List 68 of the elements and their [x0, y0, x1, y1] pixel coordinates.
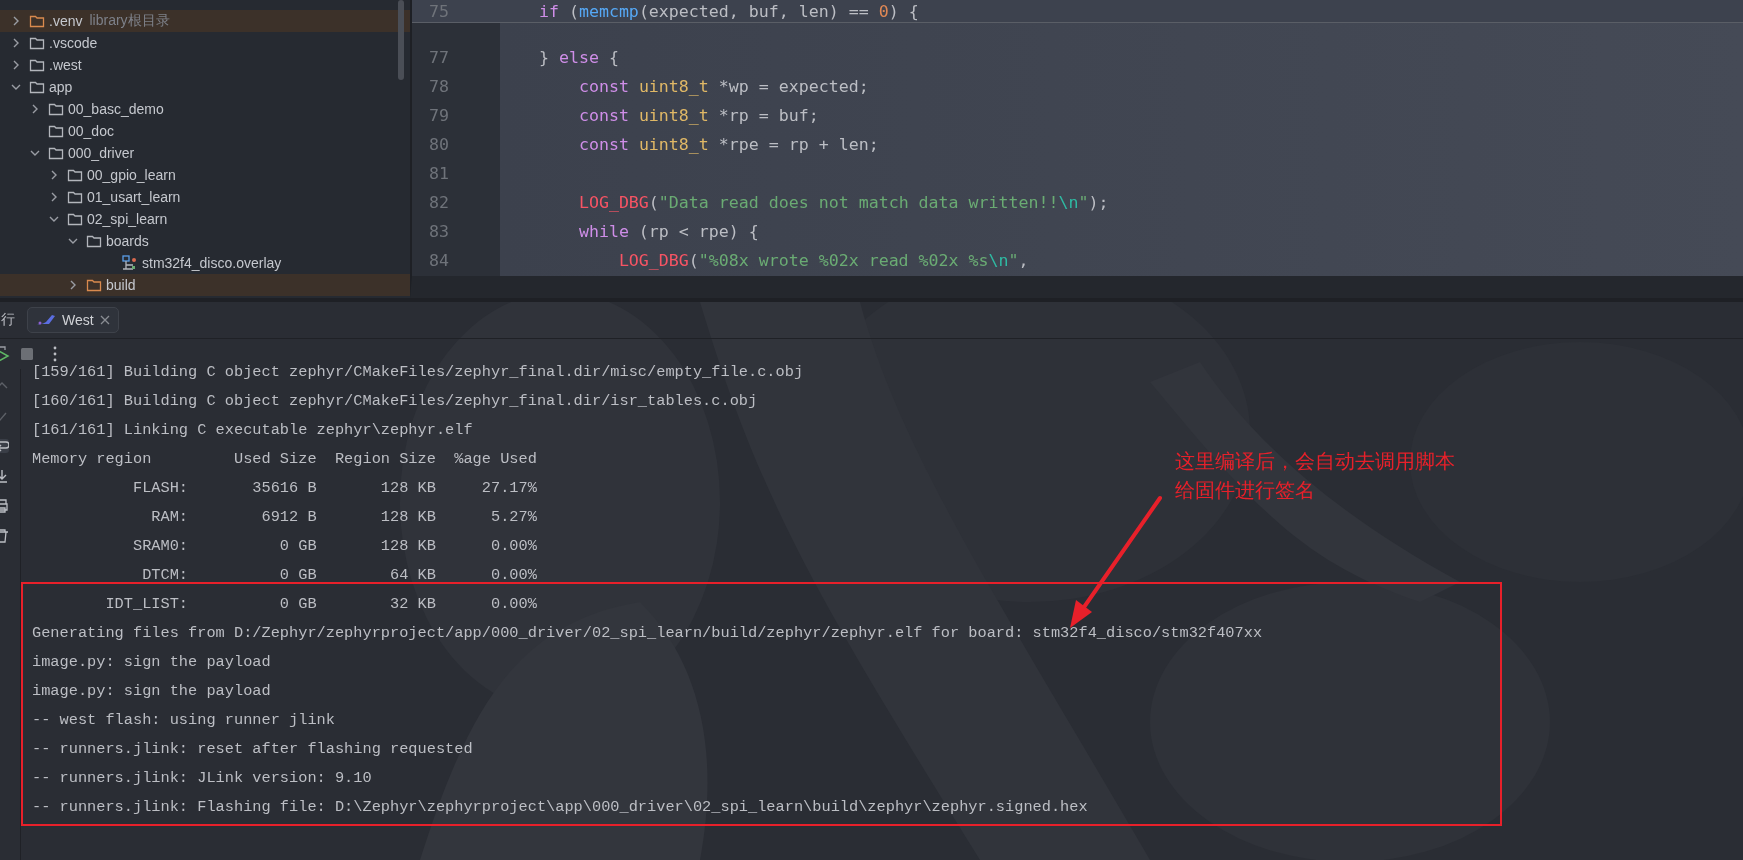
- folder-icon: [48, 102, 64, 116]
- tree-item[interactable]: app: [0, 76, 410, 98]
- output-line: IDT_LIST: 0 GB 32 KB 0.00%: [104, 595, 537, 613]
- tree-item[interactable]: 00_doc: [0, 120, 410, 142]
- line-number: 78: [428, 77, 449, 96]
- stop-icon[interactable]: [20, 347, 34, 361]
- output-line: FLASH: 35616 B 128 KB 27.17%: [131, 479, 537, 497]
- output-line: SRAM0: 0 GB 128 KB 0.00%: [131, 537, 537, 555]
- code-line: const uint8_t *rpe = rp + len;: [578, 135, 879, 154]
- tree-item[interactable]: 02_spi_learn: [0, 208, 410, 230]
- folder-icon: [67, 168, 83, 182]
- line-number: 82: [428, 193, 449, 212]
- output-line: image.py: sign the payload: [32, 682, 271, 700]
- folder-icon: [29, 58, 45, 72]
- folder-icon: [29, 14, 45, 28]
- folder-icon: [29, 36, 45, 50]
- folder-hint: library根目录: [89, 12, 170, 30]
- folder-icon: [67, 212, 83, 226]
- line-number: 84: [428, 251, 449, 270]
- scrollbar[interactable]: [398, 0, 404, 80]
- code-line: const uint8_t *rp = buf;: [578, 106, 819, 125]
- line-number: 77: [428, 48, 449, 67]
- folder-icon: [48, 124, 64, 138]
- tree-item[interactable]: boards: [0, 230, 410, 252]
- tree-item[interactable]: stm32f4_disco.overlay: [0, 252, 410, 274]
- code-line: LOG_DBG("Data read does not match data written!!\n");: [578, 193, 1109, 212]
- output-line: image.py: sign the payload: [32, 653, 271, 671]
- line-number: 79: [428, 106, 449, 125]
- folder-icon: [67, 190, 83, 204]
- code-line: if (memcmp(expected, buf, len) == 0) {: [538, 1, 919, 21]
- output-line: -- runners.jlink: JLink version: 9.10: [32, 769, 372, 787]
- output-line: -- runners.jlink: reset after flashing requested: [32, 740, 473, 758]
- output-line: RAM: 6912 B 128 KB 5.27%: [150, 508, 537, 526]
- close-icon: [99, 315, 110, 325]
- output-line: -- runners.jlink: Flashing file: D:\Zephyr\zephyrproject\app\000_driver\02_spi_learn\build\zephyr\zephyr.signed.hex: [32, 798, 1088, 816]
- folder-icon: [86, 234, 102, 248]
- tree-item[interactable]: 00_gpio_learn: [0, 164, 410, 186]
- tree-item[interactable]: .west: [0, 54, 410, 76]
- tree-item[interactable]: .vscode: [0, 32, 410, 54]
- output-line: DTCM: 0 GB 64 KB 0.00%: [141, 566, 537, 584]
- output-line: [160/161] Building C object zephyr/CMakeFiles/zephyr_final.dir/isr_tables.c.obj: [32, 392, 758, 410]
- tree-item[interactable]: 00_basc_demo: [0, 98, 410, 120]
- line-number: 80: [428, 135, 449, 154]
- code-line: } else {: [538, 48, 619, 67]
- output-line: -- west flash: using runner jlink: [32, 711, 335, 729]
- output-line: Memory region Used Size Region Size %age Used: [32, 450, 537, 468]
- code-line: while (rp < rpe) {: [578, 222, 759, 241]
- tree-item[interactable]: 000_driver: [0, 142, 410, 164]
- line-number: 81: [428, 164, 449, 183]
- more-icon[interactable]: [52, 346, 58, 362]
- west-logo-icon: [36, 314, 56, 326]
- folder-icon: [86, 278, 102, 292]
- code-line: LOG_DBG("%08x wrote %02x read %02x %s\n",: [618, 251, 1029, 270]
- device-tree-icon: [122, 255, 138, 271]
- annotation-text: 这里编译后，会自动去调用脚本 给固件进行签名: [1175, 448, 1455, 504]
- panel-title: 行: [1, 311, 15, 329]
- tree-item[interactable]: 01_usart_learn: [0, 186, 410, 208]
- rerun-icon[interactable]: [0, 346, 10, 362]
- output-line: [159/161] Building C object zephyr/CMakeFiles/zephyr_final.dir/misc/empty_file.c.obj: [32, 363, 804, 381]
- tree-item[interactable]: build: [0, 274, 410, 296]
- run-tab[interactable]: West: [27, 307, 119, 333]
- code-line: const uint8_t *wp = expected;: [578, 77, 869, 96]
- folder-icon: [48, 146, 64, 160]
- tree-item[interactable]: .venv library根目录: [0, 10, 410, 32]
- folder-icon: [29, 80, 45, 94]
- output-line: Generating files from D:/Zephyr/zephyrproject/app/000_driver/02_spi_learn/build/zephyr/zephyr.elf for board: stm32f4_disco/stm32f407xx: [32, 624, 1263, 642]
- line-number: 83: [428, 222, 449, 241]
- output-line: [161/161] Linking C executable zephyr\zephyr.elf: [32, 421, 473, 439]
